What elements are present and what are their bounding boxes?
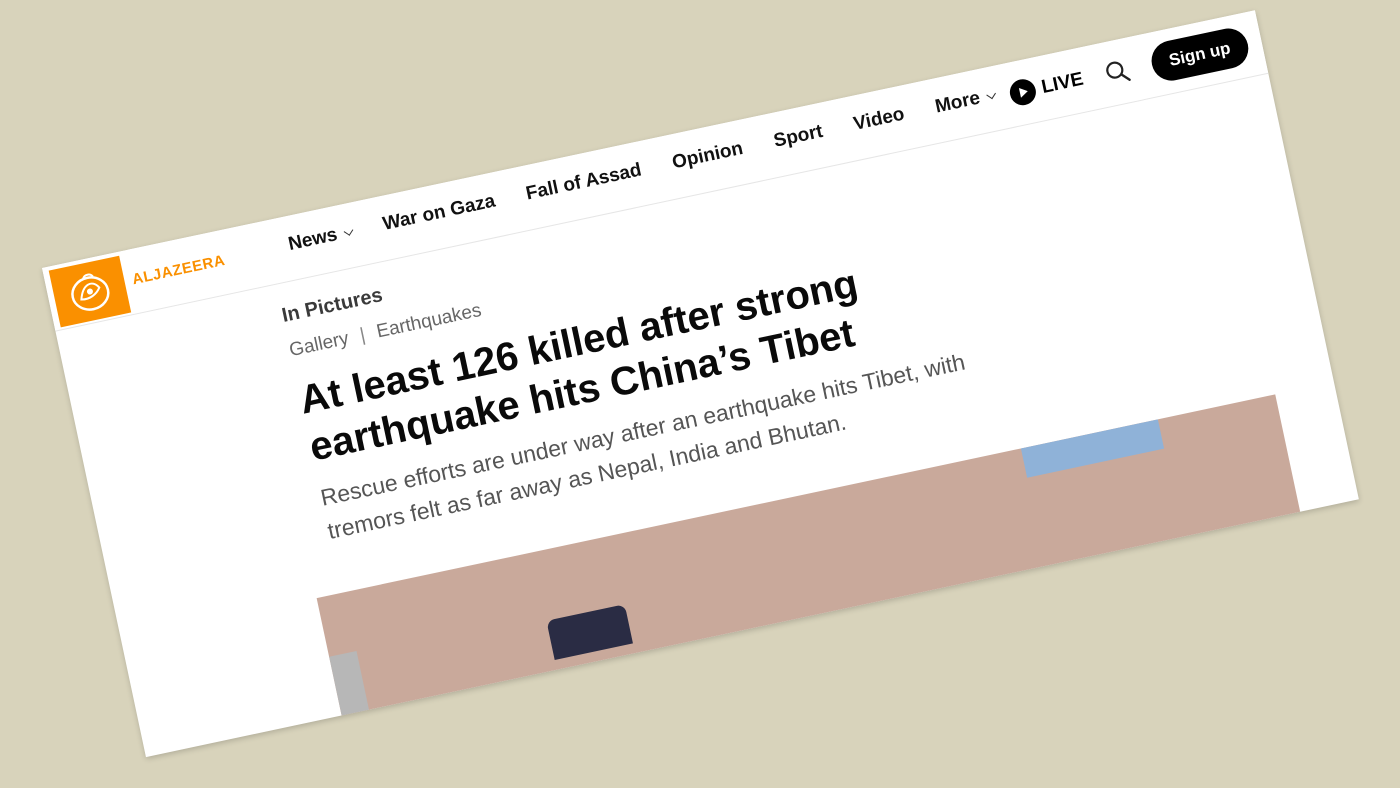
- hero-edge: [329, 650, 380, 758]
- breadcrumb-separator: |: [358, 324, 368, 347]
- nav-item-fall-of-assad[interactable]: Fall of Assad: [524, 159, 644, 205]
- live-button[interactable]: LIVE: [1007, 67, 1086, 108]
- nav-item-sport[interactable]: Sport: [772, 121, 825, 153]
- section-kicker[interactable]: In Pictures: [280, 284, 385, 328]
- breadcrumb-item-gallery[interactable]: Gallery: [287, 328, 350, 362]
- brand-name[interactable]: ALJAZEERA: [131, 252, 227, 288]
- browser-page: ALJAZEERA News War on Gaza Fall of Assad…: [42, 10, 1359, 758]
- nav-item-war-on-gaza[interactable]: War on Gaza: [381, 191, 497, 236]
- nav-item-more[interactable]: More: [933, 84, 997, 118]
- aljazeera-logo-icon: [71, 273, 110, 311]
- play-icon: [1007, 76, 1039, 108]
- nav-item-label: Opinion: [670, 137, 745, 174]
- site-header: ALJAZEERA News War on Gaza Fall of Assad…: [42, 10, 1269, 332]
- nav-item-label: War on Gaza: [380, 190, 498, 235]
- nav-item-label: Video: [851, 103, 907, 135]
- nav-item-label: Fall of Assad: [524, 159, 644, 205]
- nav-item-label: Sport: [771, 120, 825, 152]
- nav-item-news[interactable]: News: [286, 221, 354, 256]
- chevron-down-icon: [985, 89, 996, 99]
- hero-sky: [1020, 419, 1165, 478]
- chevron-down-icon: [343, 225, 353, 236]
- nav-item-label: More: [933, 87, 983, 118]
- signup-button[interactable]: Sign up: [1147, 24, 1253, 85]
- search-icon: [1105, 61, 1131, 82]
- screenshot-background: ALJAZEERA News War on Gaza Fall of Assad…: [0, 0, 1400, 788]
- nav-item-video[interactable]: Video: [852, 104, 907, 136]
- nav-item-label: News: [286, 224, 340, 256]
- header-tools: LIVE Sign up: [1006, 24, 1253, 115]
- main-nav: News War on Gaza Fall of Assad Opinion S…: [286, 84, 997, 256]
- logo-mark[interactable]: [48, 255, 132, 328]
- nav-item-opinion[interactable]: Opinion: [670, 138, 745, 174]
- live-label: LIVE: [1039, 68, 1086, 98]
- breadcrumb-item-earthquakes[interactable]: Earthquakes: [375, 300, 484, 344]
- hero-figure: [546, 604, 633, 660]
- search-button[interactable]: [1100, 54, 1136, 90]
